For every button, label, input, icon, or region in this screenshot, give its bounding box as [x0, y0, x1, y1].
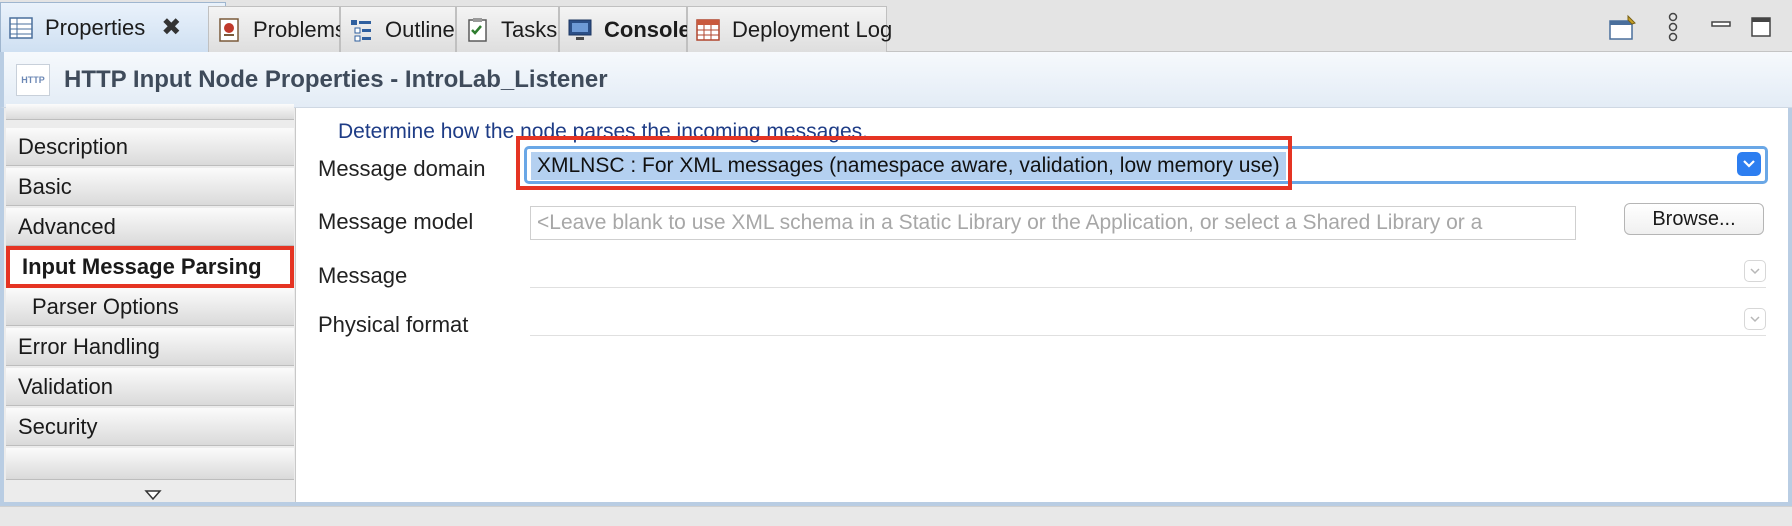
page-title: HTTP Input Node Properties - IntroLab_Li… — [64, 65, 608, 93]
message-select[interactable] — [530, 256, 1766, 288]
tab-label: Outline — [385, 16, 455, 42]
sidebar-item-error-handling[interactable]: Error Handling — [6, 328, 294, 366]
minimize-icon[interactable] — [1706, 12, 1736, 42]
sidebar-item-label: Input Message Parsing — [22, 254, 262, 279]
tab-label: Problems — [253, 16, 346, 42]
properties-header: HTTP HTTP Input Node Properties - IntroL… — [0, 52, 1792, 108]
property-form: Determine how the node parses the incomi… — [296, 108, 1788, 502]
sidebar-item-label: Description — [18, 133, 129, 159]
sidebar-item-description[interactable]: Description — [6, 128, 294, 166]
http-node-icon: HTTP — [16, 63, 50, 96]
tab-console[interactable]: Console — [559, 6, 691, 52]
view-tab-bar: Properties ✖ Problems Outline Tasks Cons… — [0, 0, 1792, 52]
sidebar-item-label: Basic — [18, 173, 72, 199]
close-icon[interactable]: ✖ — [161, 13, 181, 42]
message-label: Message — [318, 263, 408, 288]
sidebar-item-label: Validation — [18, 373, 113, 399]
sidebar-empty-slot — [6, 448, 294, 480]
tab-label: Properties — [45, 14, 146, 40]
maximize-icon[interactable] — [1746, 12, 1776, 42]
tab-outline[interactable]: Outline — [340, 6, 456, 52]
view-menu-icon[interactable] — [1660, 12, 1686, 42]
sidebar-item-security[interactable]: Security — [6, 408, 294, 446]
tab-label: Tasks — [501, 16, 558, 42]
sidebar-item-label: Security — [18, 413, 98, 439]
message-model-label: Message model — [318, 209, 474, 234]
property-category-list: Description Basic Advanced Input Message… — [4, 104, 296, 502]
deployment-log-icon — [694, 16, 722, 44]
problems-icon — [215, 16, 243, 44]
tab-tasks[interactable]: Tasks — [456, 6, 559, 52]
tab-properties[interactable]: Properties ✖ — [0, 2, 226, 52]
sidebar-item-parser-options[interactable]: Parser Options — [6, 288, 294, 326]
browse-button[interactable]: Browse... — [1624, 203, 1764, 235]
tab-label: Console — [604, 16, 691, 42]
sidebar-item-advanced[interactable]: Advanced — [6, 208, 294, 246]
sidebar-item-label: Advanced — [18, 213, 116, 239]
status-strip — [0, 506, 1792, 526]
highlight-annotation — [516, 136, 1292, 190]
chevron-down-icon[interactable] — [1744, 260, 1766, 282]
pin-editor-icon[interactable] — [1606, 12, 1640, 42]
tab-problems[interactable]: Problems — [208, 6, 346, 52]
console-icon — [566, 16, 594, 44]
sidebar-item-input-message-parsing[interactable]: Input Message Parsing — [6, 246, 294, 288]
properties-content: Description Basic Advanced Input Message… — [0, 104, 1792, 506]
tab-label: Deployment Log — [732, 16, 893, 42]
message-domain-label: Message domain — [318, 156, 486, 181]
physical-format-select[interactable] — [530, 304, 1766, 336]
chevron-down-icon[interactable] — [1737, 152, 1761, 176]
outline-icon — [347, 16, 375, 44]
properties-icon — [7, 14, 35, 42]
sidebar-item-basic[interactable]: Basic — [6, 168, 294, 206]
scroll-down-icon[interactable] — [144, 488, 162, 506]
chevron-down-icon[interactable] — [1744, 308, 1766, 330]
tasks-icon — [463, 16, 491, 44]
sidebar-item-label: Error Handling — [18, 333, 160, 359]
sidebar-top-spacer — [6, 104, 294, 120]
sidebar-item-label: Parser Options — [32, 293, 179, 319]
sidebar-item-validation[interactable]: Validation — [6, 368, 294, 406]
message-model-field[interactable]: <Leave blank to use XML schema in a Stat… — [530, 206, 1576, 240]
tab-deployment-log[interactable]: Deployment Log — [687, 6, 892, 52]
physical-format-label: Physical format — [318, 312, 469, 337]
